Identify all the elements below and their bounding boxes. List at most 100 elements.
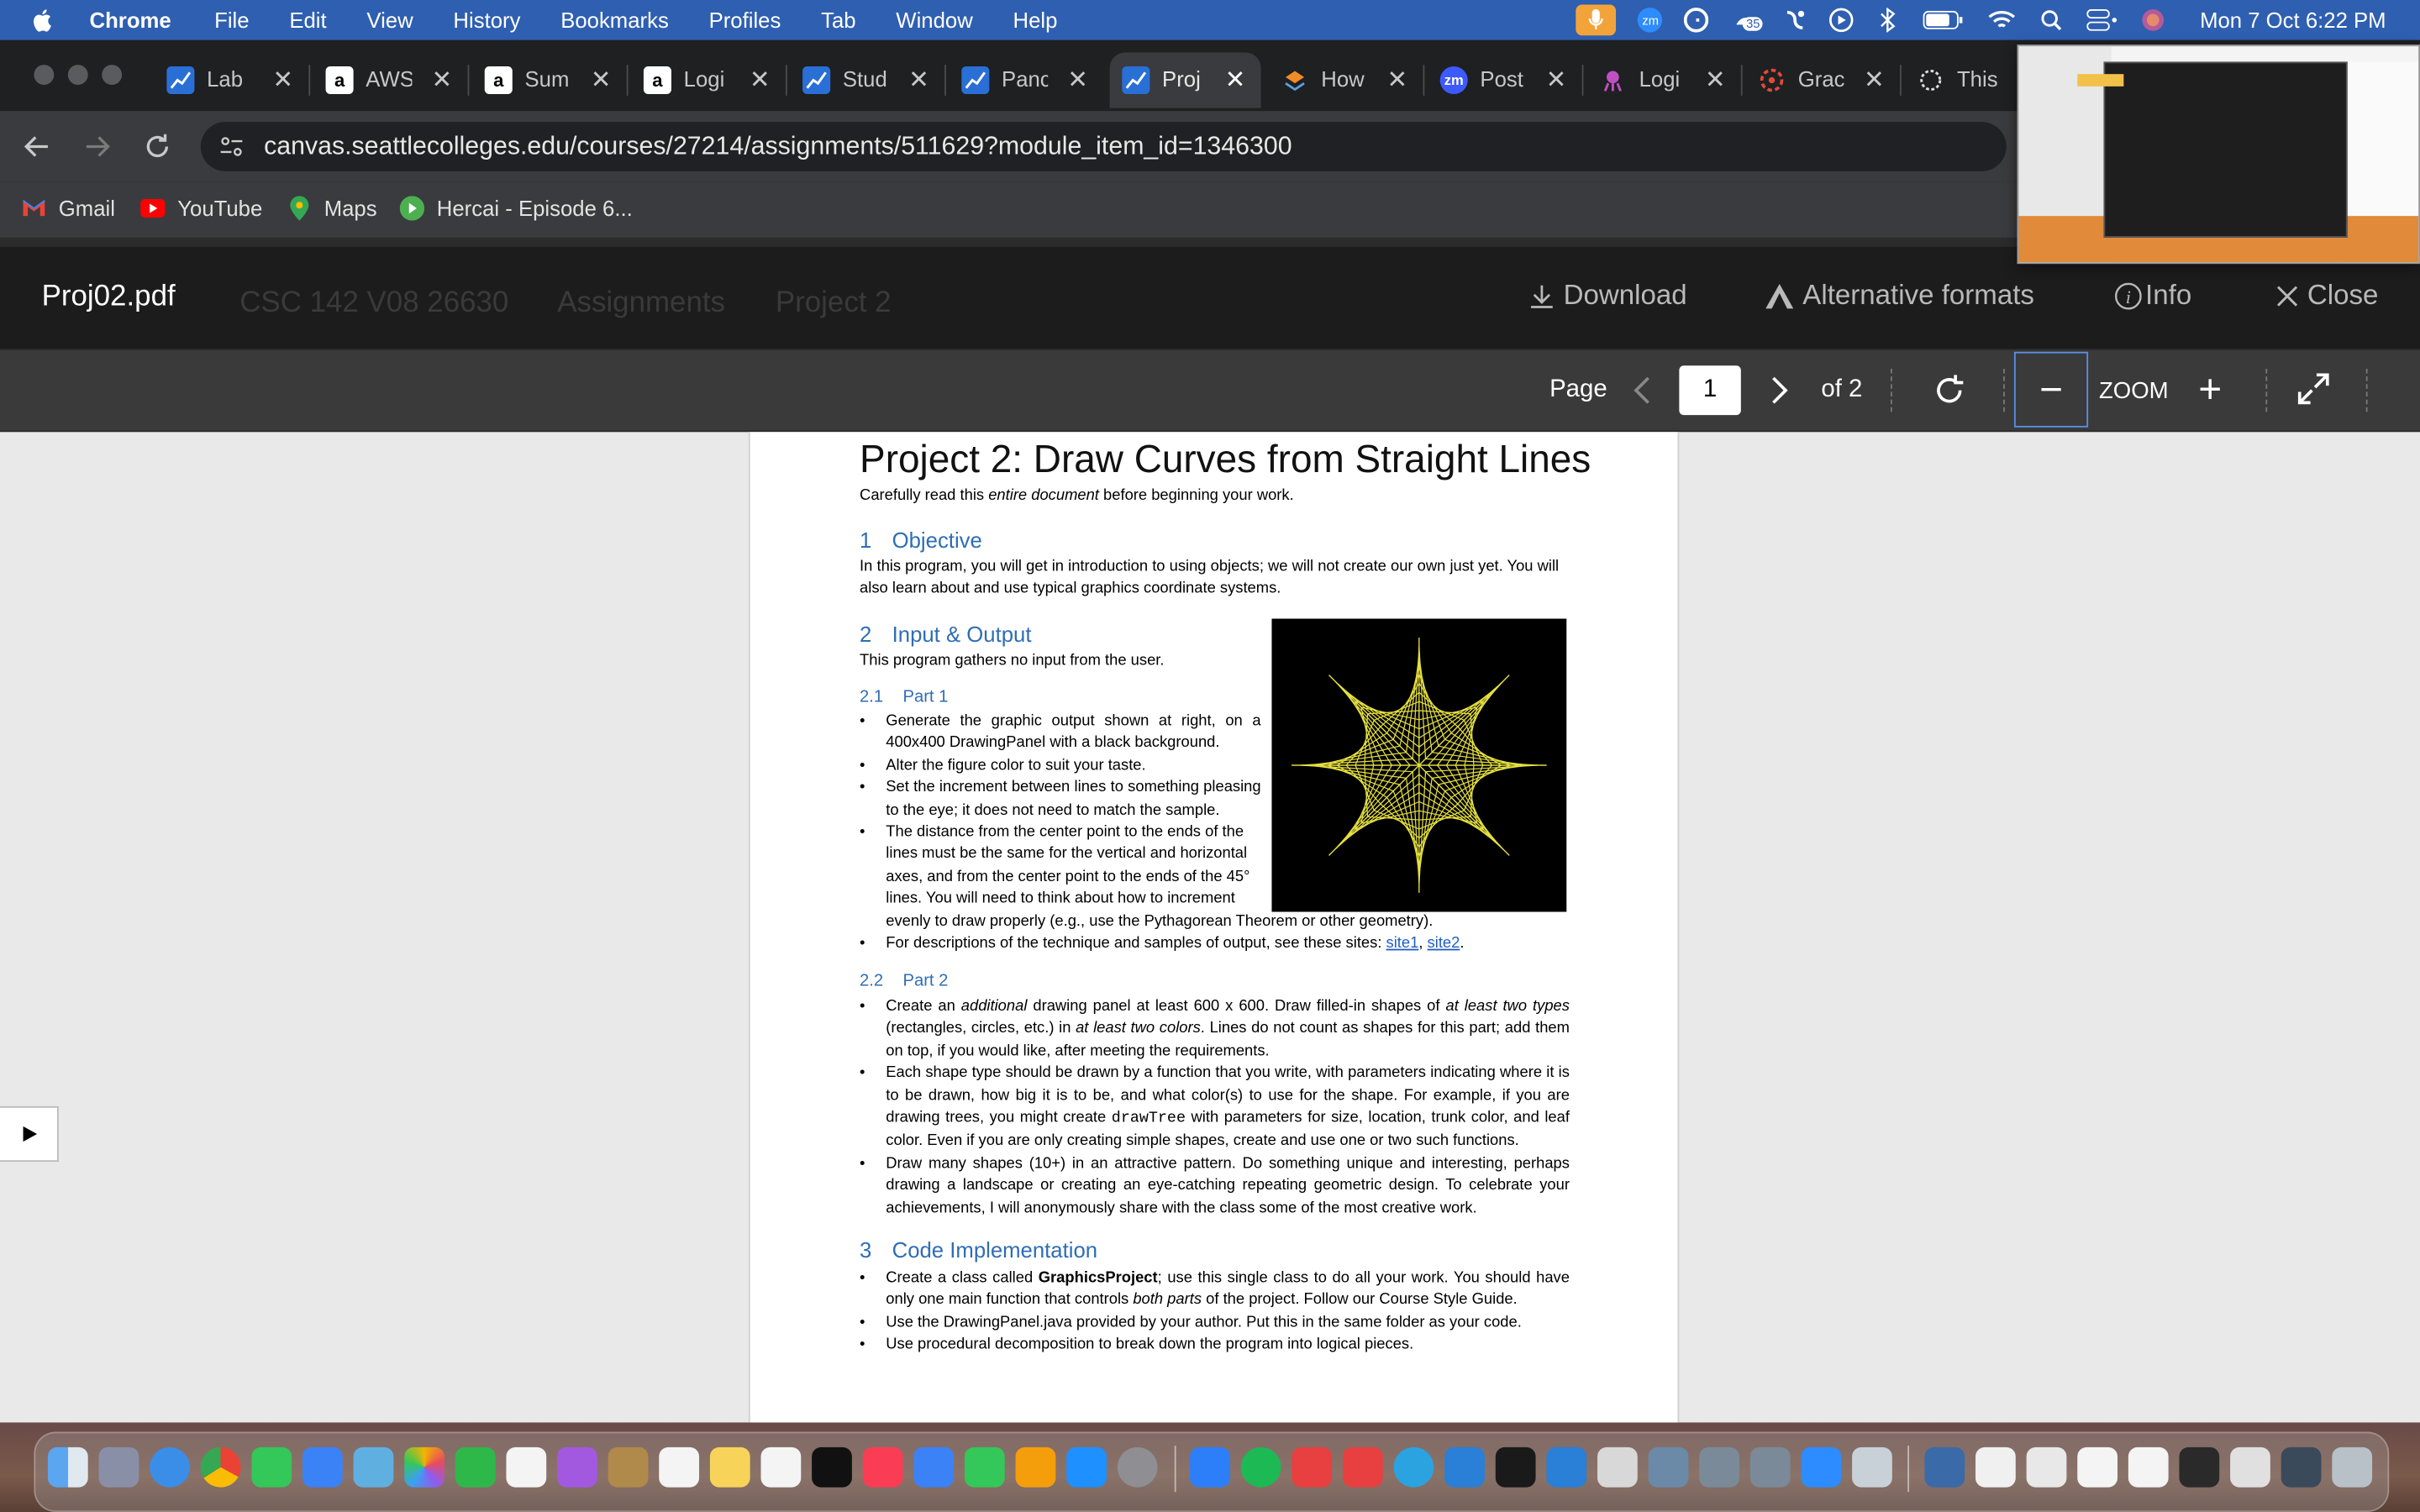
rotate-button[interactable]: [1929, 370, 1970, 411]
maximize-window-button[interactable]: [102, 65, 123, 86]
finder-icon[interactable]: [47, 1446, 88, 1488]
notification-icon[interactable]: 35: [1731, 8, 1764, 32]
close-tab-icon[interactable]: ✕: [432, 65, 453, 96]
reminders-icon[interactable]: [659, 1446, 700, 1488]
menu-window[interactable]: Window: [896, 8, 972, 32]
recent-window-thumbnail[interactable]: [2179, 1446, 2220, 1488]
spotify-icon[interactable]: [1240, 1446, 1281, 1488]
vscode-icon[interactable]: [1444, 1446, 1485, 1488]
site-settings-icon[interactable]: [219, 134, 244, 159]
trash-icon[interactable]: [2332, 1446, 2373, 1488]
apple-tv-icon[interactable]: [812, 1446, 852, 1488]
close-tab-icon[interactable]: ✕: [1386, 65, 1407, 96]
recent-window-thumbnail[interactable]: [1975, 1446, 2016, 1488]
system-settings-icon[interactable]: [1117, 1446, 1158, 1488]
podcasts-icon[interactable]: [557, 1446, 597, 1488]
bookmark-youtube[interactable]: YouTube: [140, 196, 262, 221]
url-text[interactable]: canvas.seattlecolleges.edu/courses/27214…: [264, 133, 1292, 162]
recent-window-thumbnail[interactable]: [2077, 1446, 2118, 1488]
zoom-out-button[interactable]: −: [2013, 351, 2089, 428]
close-tab-icon[interactable]: ✕: [1225, 65, 1246, 96]
close-preview-button[interactable]: Close: [2275, 279, 2378, 312]
site1-link[interactable]: site1: [1386, 935, 1419, 952]
safari-icon[interactable]: [150, 1446, 190, 1488]
close-tab-icon[interactable]: ✕: [908, 65, 929, 96]
utility-app-icon[interactable]: [1699, 1446, 1740, 1488]
apple-icon[interactable]: [31, 8, 55, 32]
telegram-icon[interactable]: [1393, 1446, 1434, 1488]
minimize-window-button[interactable]: [67, 65, 88, 86]
close-tab-icon[interactable]: ✕: [1705, 65, 1726, 96]
next-page-button[interactable]: [1764, 373, 1795, 413]
info-button[interactable]: i Info: [2114, 279, 2191, 312]
siri-icon[interactable]: [2141, 8, 2165, 32]
recent-window-thumbnail[interactable]: [2128, 1446, 2169, 1488]
back-button[interactable]: [18, 128, 55, 165]
alternative-formats-button[interactable]: Alternative formats: [1764, 279, 2034, 312]
forward-button[interactable]: [79, 128, 116, 165]
wifi-icon[interactable]: [1987, 8, 2018, 32]
control-center-icon[interactable]: [2086, 8, 2119, 32]
tab-logi-2[interactable]: Logi ✕: [1586, 52, 1741, 108]
app-store-icon[interactable]: [1066, 1446, 1107, 1488]
page-number-input[interactable]: [1679, 365, 1741, 416]
close-tab-icon[interactable]: ✕: [272, 65, 293, 96]
launchpad-icon[interactable]: [98, 1446, 139, 1488]
utility-app-alt-icon[interactable]: [1749, 1446, 1791, 1488]
pages-icon[interactable]: [1015, 1446, 1056, 1488]
play-icon[interactable]: [1829, 8, 1854, 33]
menu-file[interactable]: File: [214, 8, 249, 32]
textedit-icon[interactable]: [1597, 1446, 1638, 1488]
previous-page-button[interactable]: [1627, 373, 1658, 413]
tab-grac[interactable]: Grac ✕: [1745, 52, 1900, 108]
bookmark-hercai[interactable]: Hercai - Episode 6...: [399, 196, 633, 221]
grammarly-icon[interactable]: [1684, 8, 1709, 33]
menubar-clock[interactable]: Mon 7 Oct 6:22 PM: [2200, 8, 2386, 32]
vscode-alt-icon[interactable]: [1546, 1446, 1587, 1488]
menu-edit[interactable]: Edit: [289, 8, 326, 32]
search-icon[interactable]: [2039, 8, 2064, 32]
close-tab-icon[interactable]: ✕: [1067, 65, 1088, 96]
bookmark-maps[interactable]: Maps: [287, 196, 377, 221]
recent-window-thumbnail[interactable]: [2230, 1446, 2270, 1488]
vpn-icon[interactable]: [1342, 1446, 1383, 1488]
zoom-dock-icon[interactable]: [1801, 1446, 1842, 1488]
close-tab-icon[interactable]: ✕: [591, 65, 612, 96]
accessibility-icon[interactable]: [1783, 8, 1807, 32]
menu-bookmarks[interactable]: Bookmarks: [560, 8, 669, 32]
chrome-icon[interactable]: [200, 1446, 241, 1488]
battery-icon[interactable]: [1922, 8, 1965, 32]
zoom-in-button[interactable]: +: [2191, 365, 2228, 413]
site2-link[interactable]: site2: [1428, 935, 1460, 952]
photos-icon[interactable]: [404, 1446, 445, 1488]
close-window-button[interactable]: [34, 65, 55, 86]
recent-window-thumbnail[interactable]: [1924, 1446, 1965, 1488]
tab-aws[interactable]: a AWS ✕: [313, 52, 468, 108]
tab-post[interactable]: zm Post ✕: [1428, 52, 1582, 108]
close-tab-icon[interactable]: ✕: [1546, 65, 1567, 96]
download-button[interactable]: Download: [1528, 279, 1687, 312]
messages-icon[interactable]: [251, 1446, 292, 1488]
tab-stud[interactable]: Stud ✕: [790, 52, 944, 108]
numbers-icon[interactable]: [964, 1446, 1005, 1488]
tab-sum[interactable]: a Sum ✕: [472, 52, 627, 108]
keynote-icon[interactable]: [913, 1446, 955, 1488]
sidebar-toggle-button[interactable]: [0, 1105, 59, 1163]
recent-window-thumbnail[interactable]: [2281, 1446, 2322, 1488]
menu-history[interactable]: History: [453, 8, 520, 32]
reload-button[interactable]: [139, 128, 176, 165]
music-icon[interactable]: [862, 1446, 903, 1488]
pdf-viewer[interactable]: Project 2: Draw Curves from Straight Lin…: [0, 432, 2420, 1423]
menu-profiles[interactable]: Profiles: [709, 8, 781, 32]
freeform-icon[interactable]: [760, 1446, 802, 1488]
bluetooth-dock-icon[interactable]: [1190, 1446, 1230, 1488]
zoom-icon[interactable]: zm: [1638, 8, 1663, 33]
close-tab-icon[interactable]: ✕: [750, 65, 771, 96]
menu-view[interactable]: View: [366, 8, 413, 32]
bluetooth-icon[interactable]: [1876, 8, 1900, 33]
tab-proj-active[interactable]: Proj ✕: [1109, 52, 1261, 108]
close-tab-icon[interactable]: ✕: [1864, 65, 1885, 96]
tab-lab[interactable]: Lab ✕: [155, 52, 309, 108]
contacts-icon[interactable]: [608, 1446, 649, 1488]
address-bar[interactable]: canvas.seattlecolleges.edu/courses/27214…: [200, 122, 2007, 171]
